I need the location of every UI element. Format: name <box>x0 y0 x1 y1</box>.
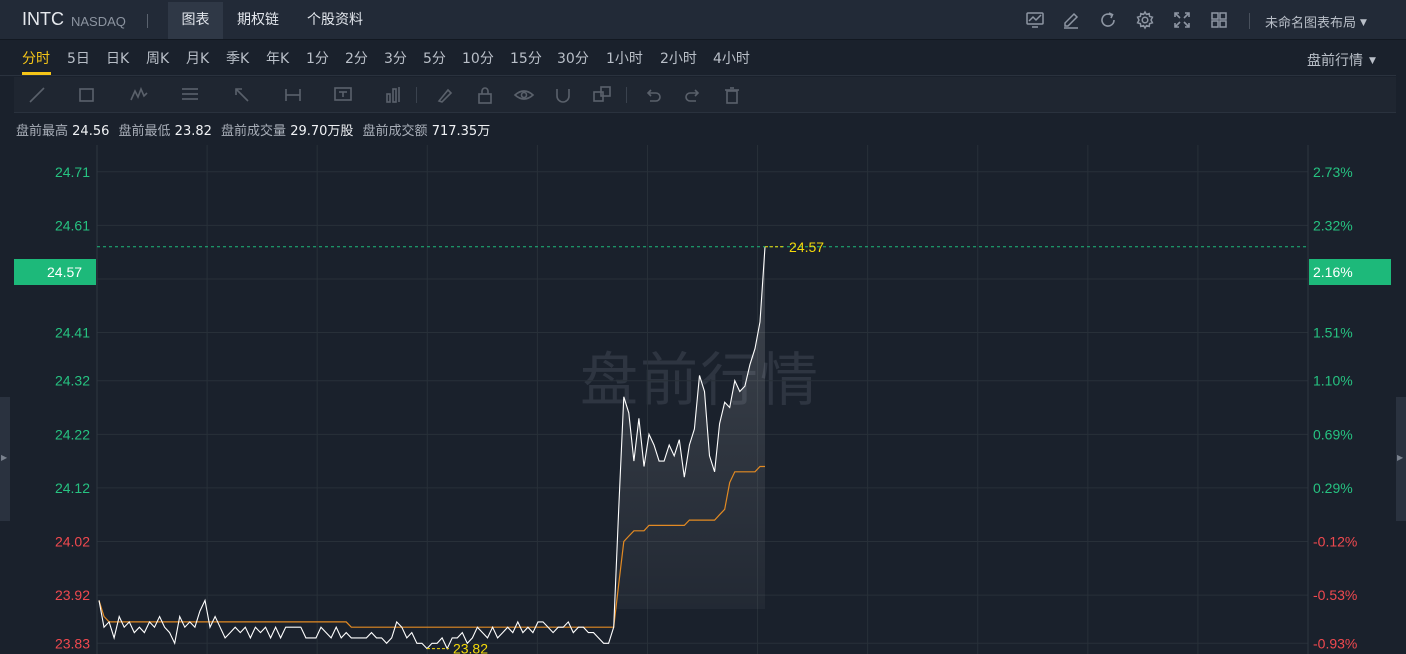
price-axis-tick-label: 24.22 <box>55 426 90 442</box>
right-panel-toggle[interactable]: ▶ <box>1396 397 1406 521</box>
price-axis-tick-label: 24.12 <box>55 480 90 496</box>
left-panel-toggle[interactable]: ▶ <box>0 397 10 521</box>
low-annotation-label: 23.82 <box>453 641 488 654</box>
price-axis-tick-label: 24.41 <box>55 325 90 341</box>
percent-axis-tick-label: 2.32% <box>1313 217 1353 233</box>
price-axis-tick-label: 24.61 <box>55 217 90 233</box>
chevron-right-icon: ▶ <box>1 453 8 462</box>
percent-axis-tick-label: 2.73% <box>1313 164 1353 180</box>
price-axis-tick-label: 23.92 <box>55 587 90 603</box>
percent-axis-tick-label: -0.12% <box>1313 533 1357 549</box>
chevron-right-icon: ▶ <box>1397 453 1404 462</box>
price-axis-tick-label: 23.83 <box>55 635 90 651</box>
percent-axis-tick-label: -0.93% <box>1313 635 1357 651</box>
price-axis-tick-label: 24.32 <box>55 373 90 389</box>
percent-axis-tick-label: -0.53% <box>1313 587 1357 603</box>
current-price-tag: 24.57 <box>14 259 96 285</box>
percent-axis-tick-label: 1.10% <box>1313 373 1353 389</box>
intraday-chart[interactable]: 24.712.73%24.612.32%24.511.92%24.411.51%… <box>0 0 1406 654</box>
percent-axis-tick-label: 0.29% <box>1313 480 1353 496</box>
percent-axis-tick-label: 0.69% <box>1313 426 1353 442</box>
percent-axis-tick-label: 1.51% <box>1313 325 1353 341</box>
current-pct-tag: 2.16% <box>1309 259 1391 285</box>
price-axis-tick-label: 24.71 <box>55 164 90 180</box>
price-axis-tick-label: 24.02 <box>55 533 90 549</box>
high-annotation-label: 24.57 <box>789 239 824 255</box>
